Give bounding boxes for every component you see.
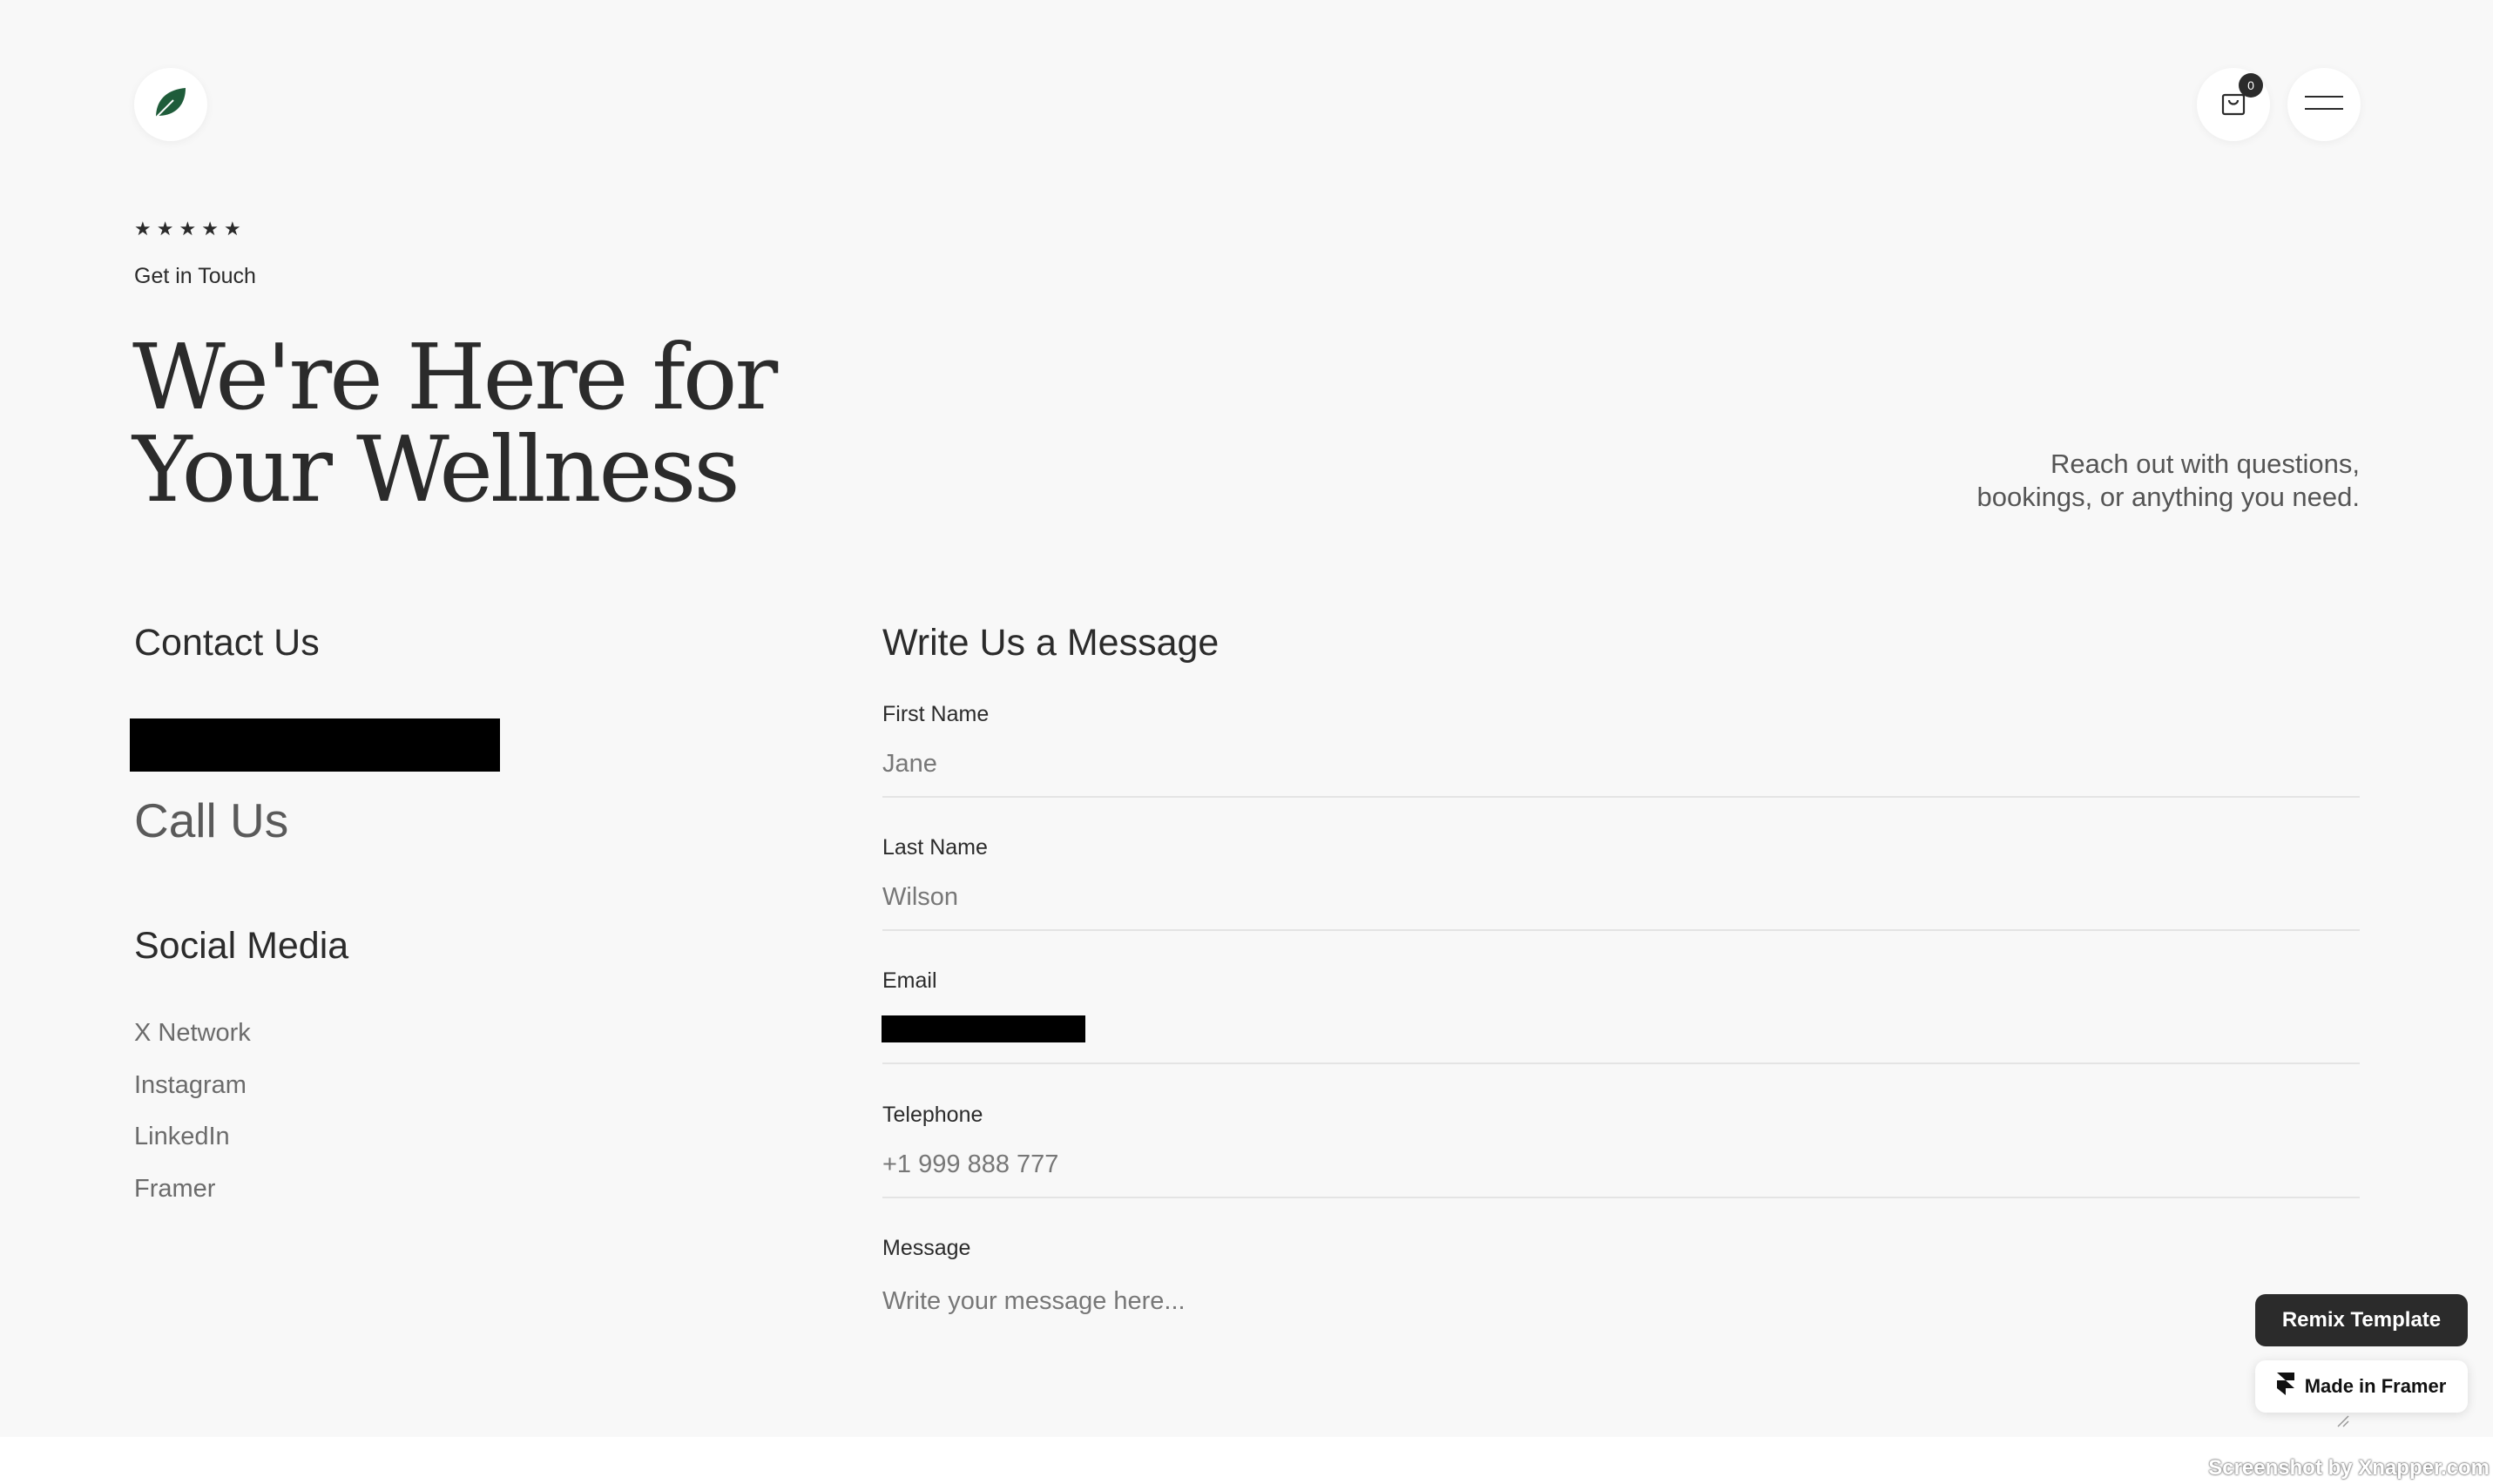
redacted-email-link[interactable] (130, 718, 500, 772)
hamburger-menu-icon (2305, 93, 2343, 117)
cart-button[interactable]: 0 (2197, 68, 2270, 141)
message-label: Message (882, 1236, 971, 1260)
email-label: Email (882, 968, 937, 993)
redacted-email-input[interactable] (882, 1015, 1085, 1042)
call-us-link[interactable]: Call Us (134, 793, 288, 848)
last-name-label: Last Name (882, 835, 988, 860)
eyebrow-text: Get in Touch (134, 264, 256, 288)
logo-button[interactable] (134, 68, 207, 141)
first-name-label: First Name (882, 702, 990, 726)
page-background: 0 ★ ★ ★ ★ ★ Get in Touch We're Here for … (0, 0, 2493, 1437)
screenshot-watermark: Screenshot by Xnapper.com (2208, 1456, 2490, 1480)
hero-subtitle-line-2: bookings, or anything you need. (1976, 482, 2360, 512)
resize-handle-icon[interactable] (2336, 1414, 2350, 1433)
star-icon: ★ (134, 219, 152, 240)
message-field[interactable]: Message Write your message here... (882, 1236, 2360, 1370)
last-name-input[interactable]: Wilson (882, 883, 958, 912)
rating-stars: ★ ★ ★ ★ ★ (134, 218, 241, 242)
message-textarea[interactable]: Write your message here... (882, 1287, 1186, 1316)
last-name-field[interactable]: Last Name Wilson (882, 835, 2360, 969)
framer-logo-icon (2276, 1373, 2294, 1400)
social-link-linkedin[interactable]: LinkedIn (134, 1111, 251, 1164)
hero-subtitle-line-1: Reach out with questions, (2050, 449, 2360, 479)
telephone-input[interactable]: +1 999 888 777 (882, 1150, 1058, 1179)
field-underline (882, 1197, 2360, 1198)
social-media-heading: Social Media (134, 925, 349, 967)
form-heading: Write Us a Message (882, 622, 1219, 664)
page-title-line-1: We're Here for (132, 324, 778, 430)
field-underline (882, 929, 2360, 931)
first-name-field[interactable]: First Name Jane (882, 702, 2360, 836)
page-title: We're Here for Your Wellness (132, 331, 1003, 516)
social-links-list: X Network Instagram LinkedIn Framer (134, 1008, 251, 1215)
telephone-label: Telephone (882, 1103, 983, 1127)
social-link-framer[interactable]: Framer (134, 1164, 251, 1216)
star-icon: ★ (179, 219, 197, 240)
first-name-input[interactable]: Jane (882, 750, 937, 779)
star-icon: ★ (201, 219, 219, 240)
star-icon: ★ (223, 219, 241, 240)
remix-template-button[interactable]: Remix Template (2255, 1294, 2468, 1346)
telephone-field[interactable]: Telephone +1 999 888 777 (882, 1103, 2360, 1237)
star-icon: ★ (156, 219, 174, 240)
social-link-instagram[interactable]: Instagram (134, 1060, 251, 1112)
menu-button[interactable] (2287, 68, 2361, 141)
cart-count-badge: 0 (2239, 73, 2263, 98)
social-link-x[interactable]: X Network (134, 1008, 251, 1060)
made-in-framer-badge[interactable]: Made in Framer (2255, 1360, 2468, 1413)
leaf-icon (151, 83, 191, 127)
contact-us-heading: Contact Us (134, 622, 320, 664)
made-in-framer-label: Made in Framer (2304, 1375, 2447, 1397)
field-underline (882, 1062, 2360, 1064)
email-field[interactable]: Email (882, 968, 2360, 1103)
hero-subtitle: Reach out with questions, bookings, or a… (1872, 448, 2360, 514)
field-underline (882, 796, 2360, 798)
page-title-line-2: Your Wellness (132, 416, 740, 523)
